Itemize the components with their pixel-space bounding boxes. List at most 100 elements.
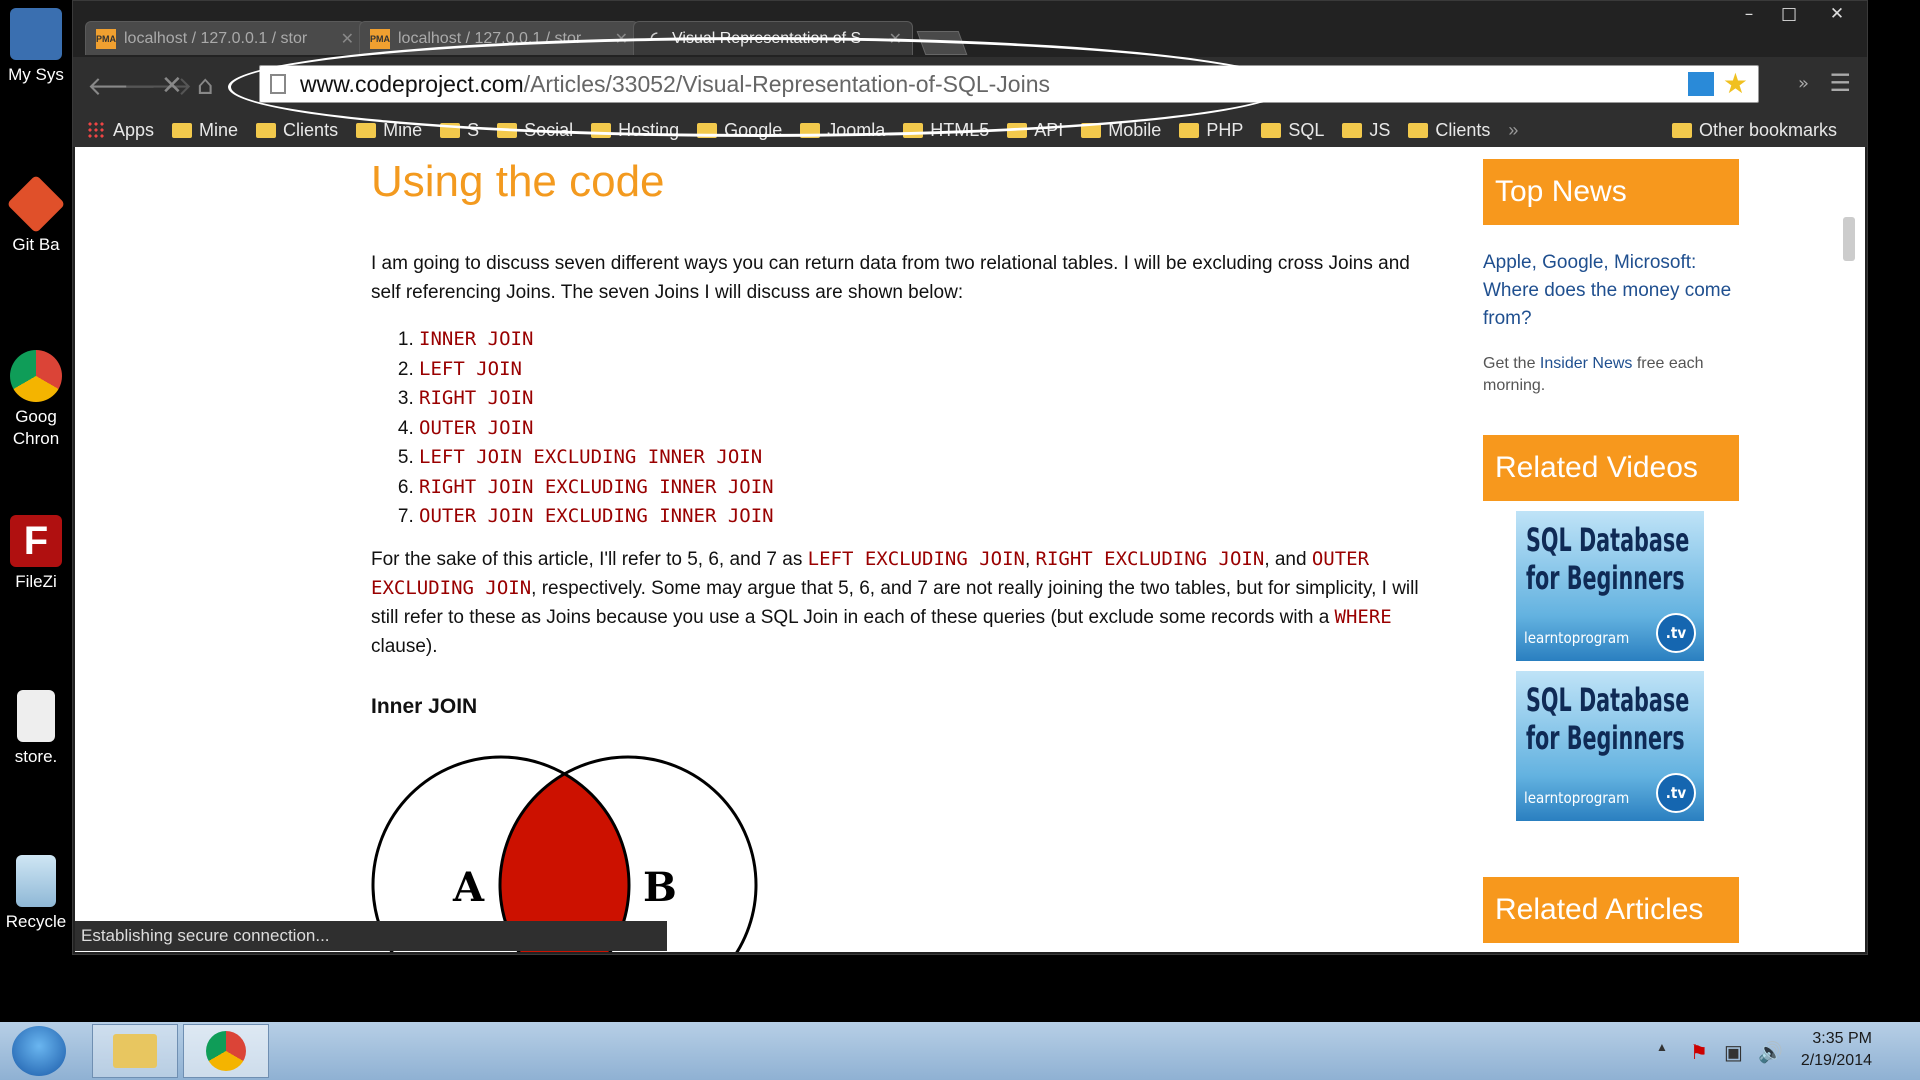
bookmark-folder[interactable]: Mine (356, 120, 422, 141)
tv-badge: .tv (1656, 773, 1696, 813)
minimize-button[interactable]: – (1729, 3, 1769, 25)
folder-icon (1179, 122, 1200, 138)
share-extension-icon[interactable] (1688, 72, 1714, 96)
tab-phpmyadmin-2[interactable]: PMA localhost / 127.0.0.1 / stor ✕ (359, 21, 639, 55)
bookmark-folder[interactable]: HTML5 (903, 120, 989, 141)
bookmark-folder[interactable]: Mine (172, 120, 238, 141)
show-hidden-icons-icon[interactable]: ▲ (1656, 1040, 1668, 1054)
bookmark-folder[interactable]: S (440, 120, 479, 141)
desktop-icon-git-bash[interactable]: Git Ba (0, 174, 72, 256)
explorer-taskbar-button[interactable] (92, 1024, 178, 1078)
menu-icon[interactable]: ☰ (1829, 69, 1851, 97)
url-path: /Articles/33052/Visual-Representation-of… (523, 71, 1050, 97)
news-link[interactable]: Apple, Google, Microsoft: Where does the… (1483, 249, 1739, 333)
close-window-button[interactable]: ✕ (1809, 3, 1865, 25)
bookmark-folder[interactable]: Hosting (591, 120, 679, 141)
browser-toolbar: 🡐 🡒 ✕ ⌂ www.codeproject.com/Articles/330… (73, 57, 1867, 113)
bookmark-folder[interactable]: Social (497, 120, 573, 141)
desktop-icon-filezilla[interactable]: F FileZi (0, 515, 72, 593)
bookmark-apps[interactable]: Apps (87, 120, 154, 141)
desktop-icon-recycle-bin[interactable]: Recycle (0, 855, 72, 933)
tab-title: localhost / 127.0.0.1 / stor (124, 29, 308, 47)
bookmark-label: Social (524, 119, 574, 140)
list-item: LEFT JOIN EXCLUDING INNER JOIN (419, 443, 774, 473)
page-icon (270, 74, 286, 94)
web-page: Using the code I am going to discuss sev… (75, 147, 1865, 952)
bookmark-label: Mine (383, 119, 423, 140)
bookmark-label: Clients (283, 119, 339, 140)
stop-button[interactable]: ✕ (161, 71, 183, 101)
desktop-icon-label: My Sys (8, 65, 64, 84)
bookmark-folder[interactable]: API (1007, 120, 1063, 141)
desktop-icon-store[interactable]: store. (0, 690, 72, 768)
folder-icon (591, 122, 612, 138)
chrome-taskbar-button[interactable] (183, 1024, 269, 1078)
bookmark-star-icon[interactable]: ★ (1723, 66, 1748, 102)
clock-date: 2/19/2014 (1800, 1052, 1872, 1069)
volume-icon[interactable]: 🔊 (1758, 1040, 1783, 1065)
extensions-overflow-icon[interactable]: » (1798, 73, 1809, 94)
folder-icon (1408, 122, 1429, 138)
folder-icon (800, 122, 821, 138)
label-a: A (452, 864, 485, 911)
folder-icon (172, 122, 193, 138)
recycle-bin-icon (16, 855, 56, 907)
tab-title: localhost / 127.0.0.1 / stor (398, 29, 582, 47)
tab-visual-representation[interactable]: ◜ Visual Representation of S ✕ (633, 21, 913, 55)
code-run: LEFT EXCLUDING JOIN (807, 548, 1025, 570)
desktop-icon-my-system[interactable]: My Sys (0, 8, 72, 86)
action-center-icon[interactable]: ⚑ (1690, 1040, 1708, 1065)
window-controls: – □ ✕ (1729, 3, 1865, 25)
close-tab-icon[interactable]: ✕ (341, 29, 354, 49)
video-thumbnail[interactable]: SQL Database for Beginners learntoprogram… (1516, 671, 1704, 821)
insider-news-link[interactable]: Insider News (1540, 355, 1632, 372)
home-button[interactable]: ⌂ (197, 71, 214, 101)
folder-icon (1007, 122, 1028, 138)
other-bookmarks[interactable]: Other bookmarks (1671, 119, 1837, 141)
join-name: LEFT JOIN EXCLUDING INNER JOIN (419, 446, 763, 468)
join-name: LEFT JOIN (419, 357, 522, 380)
start-button[interactable] (12, 1026, 66, 1076)
join-name: OUTER JOIN (419, 416, 534, 439)
bookmarks-overflow-button[interactable]: » (1508, 120, 1518, 141)
bookmark-folder[interactable]: PHP (1179, 120, 1243, 141)
explanation-paragraph: For the sake of this article, I'll refer… (371, 545, 1441, 661)
join-name: RIGHT JOIN EXCLUDING INNER JOIN (419, 475, 774, 498)
chrome-icon (10, 350, 62, 402)
new-tab-button[interactable] (916, 31, 968, 55)
clock[interactable]: 3:35 PM 2/19/2014 (1801, 1028, 1872, 1072)
close-tab-icon[interactable]: ✕ (615, 29, 628, 49)
bookmark-label: Clients (1435, 119, 1491, 140)
bookmark-folder[interactable]: Joomla (800, 120, 885, 141)
folder-icon (440, 122, 461, 138)
text-run: For the sake of this article, I'll refer… (371, 549, 808, 570)
tab-phpmyadmin-1[interactable]: PMA localhost / 127.0.0.1 / stor ✕ (85, 21, 365, 55)
join-name: RIGHT JOIN (419, 387, 534, 409)
bookmark-folder[interactable]: Google (697, 120, 782, 141)
list-item: LEFT JOIN (419, 355, 774, 385)
label-b: B (643, 864, 677, 911)
bookmark-folder[interactable]: Clients (1408, 120, 1490, 141)
bookmark-label: Mobile (1108, 119, 1162, 140)
network-icon[interactable]: ▣ (1724, 1040, 1743, 1065)
tab-title: Visual Representation of S (672, 29, 862, 47)
bookmark-label: JS (1369, 119, 1391, 140)
taskbar: ▲ ⚑ ▣ 🔊 3:35 PM 2/19/2014 (0, 1022, 1920, 1080)
folder-icon (903, 122, 924, 138)
chrome-icon (206, 1031, 246, 1071)
bookmark-folder[interactable]: JS (1342, 120, 1390, 141)
bookmark-label: Other bookmarks (1698, 119, 1837, 140)
video-title-line: for Beginners (1526, 719, 1685, 757)
bookmark-folder[interactable]: Mobile (1081, 120, 1161, 141)
desktop-icon-google-chrome[interactable]: Goog Chron (0, 350, 72, 450)
bookmark-folder[interactable]: SQL (1261, 120, 1324, 141)
folder-icon (356, 122, 377, 138)
video-thumbnail[interactable]: SQL Database for Beginners learntoprogram… (1516, 511, 1704, 661)
address-bar[interactable]: www.codeproject.com/Articles/33052/Visua… (259, 65, 1759, 103)
bookmark-folder[interactable]: Clients (256, 120, 338, 141)
close-tab-icon[interactable]: ✕ (889, 29, 902, 49)
scrollbar-thumb[interactable] (1843, 217, 1855, 261)
maximize-button[interactable]: □ (1769, 3, 1809, 25)
bookmark-label: Mine (199, 119, 239, 140)
video-title-line: SQL Database (1526, 521, 1690, 559)
